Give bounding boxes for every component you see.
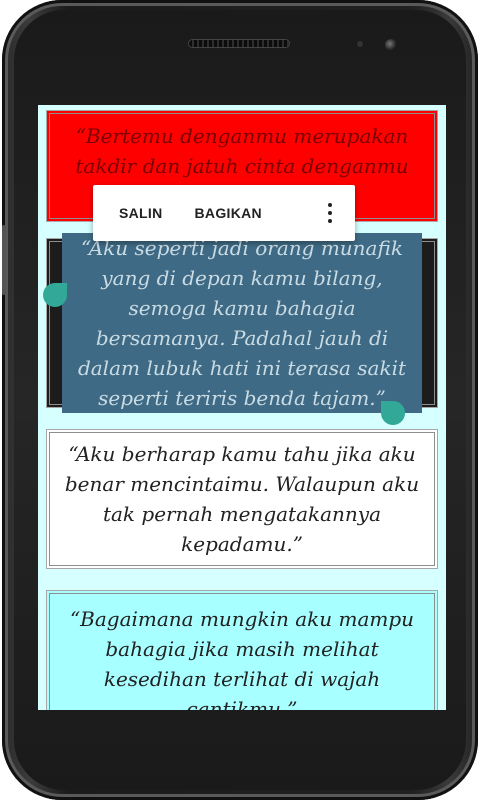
quote-text-2[interactable]: “Aku seperti jadi orang munafik yang di … — [49, 233, 435, 413]
share-button[interactable]: BAGIKAN — [179, 185, 278, 241]
quote-list[interactable]: “Bertemu denganmu merupakan takdir dan j… — [38, 105, 446, 710]
more-vert-icon[interactable] — [327, 203, 333, 223]
front-camera-icon — [385, 39, 397, 51]
quote-card-2[interactable]: “Aku seperti jadi orang munafik yang di … — [46, 233, 438, 413]
quote-card-3[interactable]: “Aku berharap kamu tahu jika aku benar m… — [46, 429, 438, 569]
selection-start-handle[interactable] — [43, 283, 67, 307]
quote-card-4[interactable]: “Bagaimana mungkin aku mampu bahagia jik… — [46, 590, 438, 710]
speaker-grille — [189, 40, 289, 47]
selection-end-handle[interactable] — [381, 401, 405, 425]
quote-text-4[interactable]: “Bagaimana mungkin aku mampu bahagia jik… — [49, 593, 435, 710]
volume-button — [2, 225, 6, 295]
text-selection-toolbar: SALIN BAGIKAN — [93, 185, 355, 241]
quote-text-3[interactable]: “Aku berharap kamu tahu jika aku benar m… — [49, 432, 435, 566]
phone-frame: “Bertemu denganmu merupakan takdir dan j… — [2, 0, 478, 800]
copy-button[interactable]: SALIN — [93, 185, 179, 241]
screen: “Bertemu denganmu merupakan takdir dan j… — [38, 105, 446, 710]
proximity-sensor — [357, 41, 363, 47]
selected-text[interactable]: “Aku seperti jadi orang munafik yang di … — [62, 233, 422, 413]
